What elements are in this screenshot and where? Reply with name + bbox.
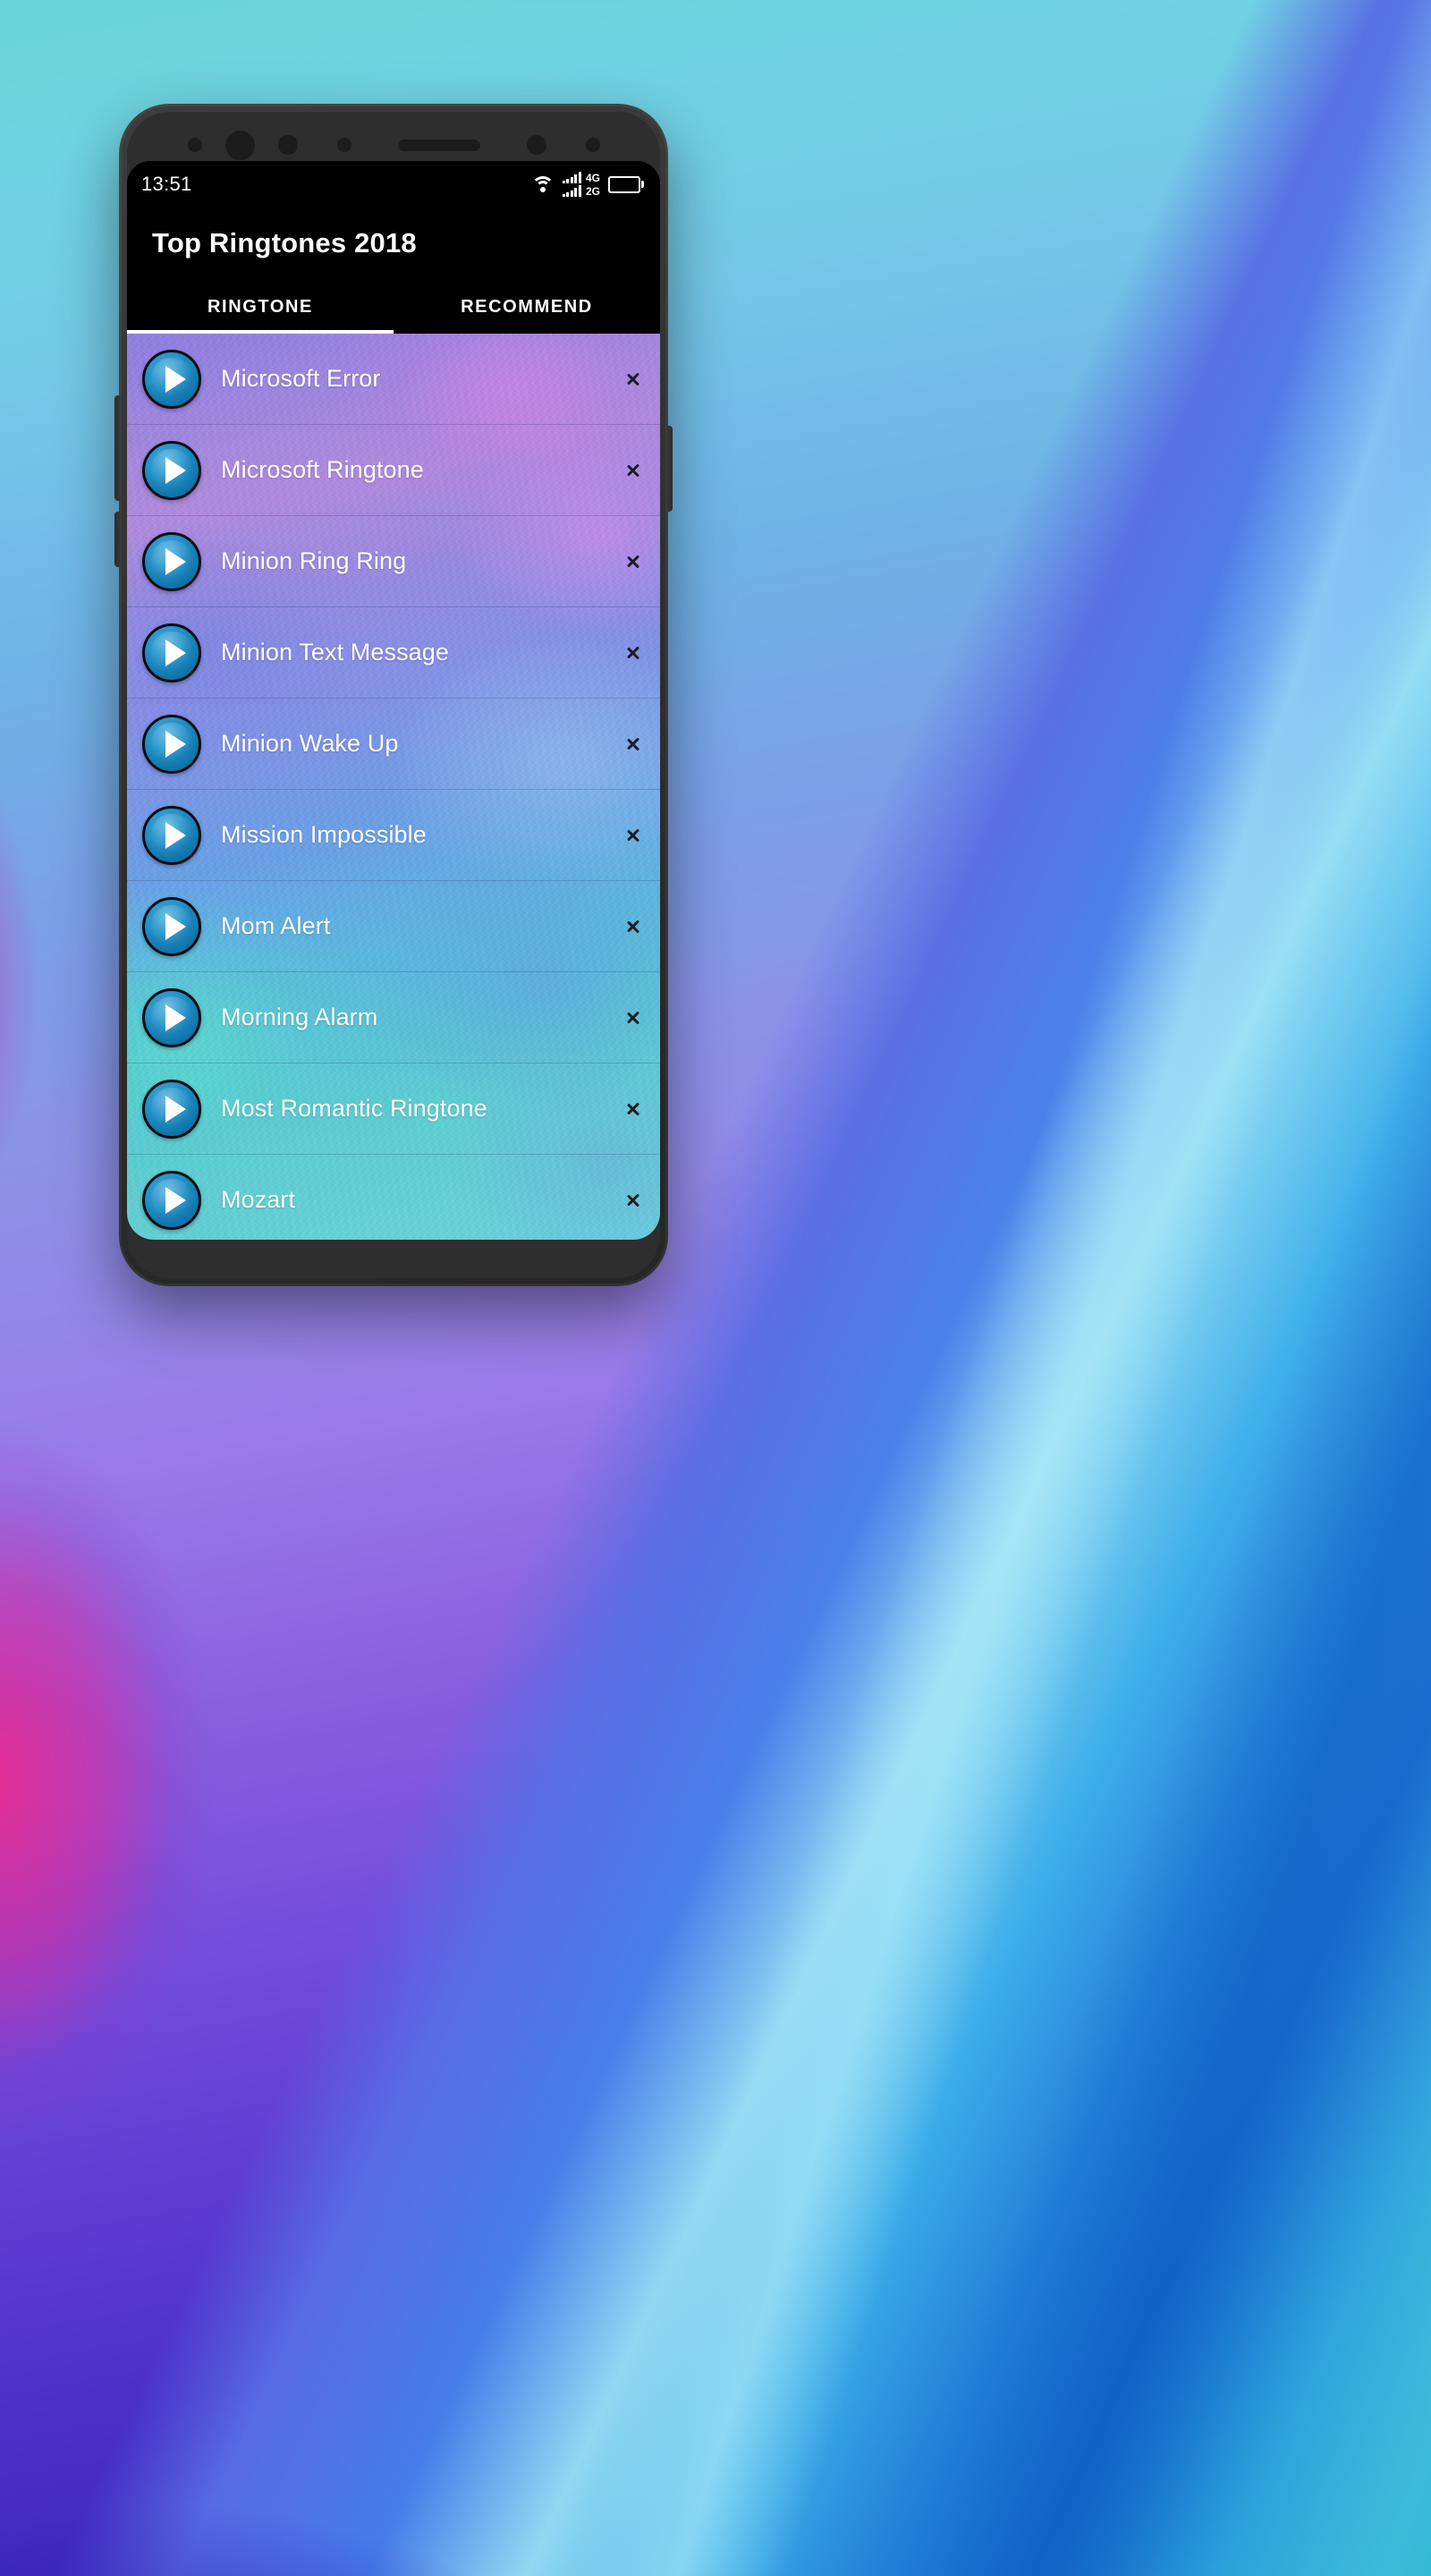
sensor-cluster — [119, 124, 668, 165]
phone-screen: 13:51 4G 2G Top Ringtones 2018 RINGTONE … — [127, 161, 660, 1240]
ir-sensor-icon — [585, 138, 600, 152]
list-item[interactable]: Minion Wake Up — [127, 699, 660, 790]
list-item-label: Most Romantic Ringtone — [221, 1095, 487, 1122]
wifi-icon — [530, 175, 555, 193]
list-item[interactable]: Minion Text Message — [127, 607, 660, 699]
list-item[interactable]: Mozart — [127, 1155, 660, 1240]
signal-secondary: 2G — [562, 185, 600, 198]
chevron-right-icon[interactable] — [626, 549, 640, 574]
list-item-label: Mozart — [221, 1186, 296, 1213]
play-icon[interactable] — [142, 440, 201, 500]
signal-secondary-label: 2G — [585, 185, 600, 198]
status-bar: 13:51 4G 2G — [127, 161, 660, 208]
list-item[interactable]: Microsoft Ringtone — [127, 425, 660, 516]
play-icon[interactable] — [142, 714, 201, 774]
led-indicator-icon — [277, 135, 298, 155]
chevron-right-icon[interactable] — [626, 1005, 640, 1030]
app-bar: Top Ringtones 2018 — [127, 208, 660, 283]
play-icon[interactable] — [142, 1170, 201, 1230]
list-item[interactable]: Most Romantic Ringtone — [127, 1063, 660, 1155]
list-item[interactable]: Minion Ring Ring — [127, 516, 660, 607]
play-icon[interactable] — [142, 531, 201, 591]
list-item[interactable]: Microsoft Error — [127, 334, 660, 425]
play-icon[interactable] — [142, 1079, 201, 1139]
tab-recommend[interactable]: RECOMMEND — [394, 283, 660, 334]
signal-bars-icon-2 — [562, 185, 581, 197]
volume-button[interactable] — [114, 395, 121, 501]
earpiece-speaker-icon — [397, 139, 480, 151]
play-icon[interactable] — [142, 623, 201, 682]
page-title: Top Ringtones 2018 — [152, 227, 417, 258]
list-item-label: Microsoft Error — [221, 365, 381, 392]
chevron-right-icon[interactable] — [626, 914, 640, 939]
light-sensor-icon — [336, 138, 351, 152]
chevron-right-icon[interactable] — [626, 640, 640, 665]
signal-primary-label: 4G — [585, 172, 600, 184]
list-item[interactable]: Mission Impossible — [127, 790, 660, 881]
battery-icon — [608, 175, 644, 193]
signal-indicators: 4G 2G — [562, 172, 600, 198]
list-item-label: Morning Alarm — [221, 1004, 378, 1030]
status-icons: 4G 2G — [530, 172, 644, 198]
power-button[interactable] — [666, 426, 673, 512]
tab-ringtone[interactable]: RINGTONE — [127, 283, 394, 334]
play-icon[interactable] — [142, 896, 201, 956]
status-time: 13:51 — [141, 173, 192, 195]
list-items-container: Microsoft Error Microsoft Ringtone Minion … — [127, 334, 660, 1240]
ringtone-list[interactable]: Microsoft Error Microsoft Ringtone Minion … — [127, 334, 660, 1240]
play-icon[interactable] — [142, 987, 201, 1047]
chevron-right-icon[interactable] — [626, 458, 640, 483]
mute-switch[interactable] — [114, 512, 121, 567]
play-icon[interactable] — [142, 805, 201, 865]
proximity-sensor-icon — [187, 138, 202, 152]
chevron-right-icon[interactable] — [626, 1097, 640, 1122]
chevron-right-icon[interactable] — [626, 1188, 640, 1213]
front-camera-icon — [224, 130, 255, 160]
list-item-label: Minion Wake Up — [221, 730, 399, 757]
phone-device: 13:51 4G 2G Top Ringtones 2018 RINGTONE … — [114, 104, 673, 1286]
chevron-right-icon[interactable] — [626, 823, 640, 848]
secondary-camera-icon — [526, 135, 546, 155]
list-item-label: Mom Alert — [221, 912, 331, 939]
chevron-right-icon[interactable] — [626, 732, 640, 757]
list-item-label: Minion Ring Ring — [221, 547, 407, 574]
list-item-label: Minion Text Message — [221, 639, 450, 665]
list-item-label: Mission Impossible — [221, 821, 427, 848]
chevron-right-icon[interactable] — [626, 367, 640, 392]
tab-bar: RINGTONE RECOMMEND — [127, 283, 660, 334]
list-item[interactable]: Morning Alarm — [127, 972, 660, 1063]
signal-primary: 4G — [562, 172, 600, 184]
signal-bars-icon — [562, 172, 581, 183]
list-item-label: Microsoft Ringtone — [221, 456, 424, 483]
play-icon[interactable] — [142, 349, 201, 409]
list-item[interactable]: Mom Alert — [127, 881, 660, 972]
